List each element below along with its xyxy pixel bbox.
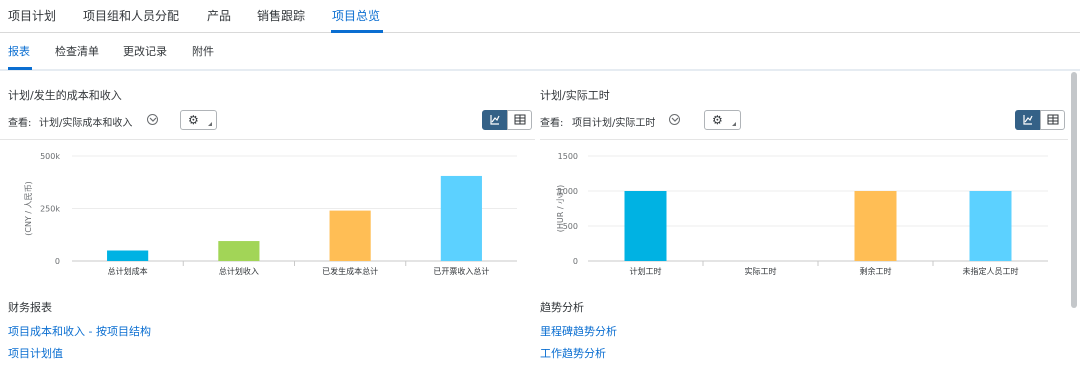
chart-settings-button[interactable]: ⚙ xyxy=(180,110,217,130)
y-tick-label: 500k xyxy=(40,152,60,161)
y-tick-label: 0 xyxy=(55,257,60,266)
tab-project-plan[interactable]: 项目计划 xyxy=(8,7,56,24)
x-category-label: 实际工时 xyxy=(745,266,777,276)
x-category-label: 计划工时 xyxy=(630,266,662,276)
cost-revenue-chart: (CNY / 人民币) 0 250k 500k 总计划成本 总计划收入 已发生成本总计 已开票… xyxy=(24,152,517,276)
dropdown-corner-icon xyxy=(732,122,736,126)
tab-project-overview[interactable]: 项目总览 xyxy=(332,7,380,24)
view-toggle xyxy=(482,110,532,130)
table-view-button[interactable] xyxy=(507,110,532,130)
subtab-attachments[interactable]: 附件 xyxy=(192,43,214,59)
table-view-icon xyxy=(1047,114,1059,125)
chevron-down-icon[interactable] xyxy=(669,114,680,125)
cost-revenue-panel-title: 计划/发生的成本和收入 xyxy=(8,89,122,102)
trend-analysis-title: 趋势分析 xyxy=(540,301,584,314)
hours-chart: (HUR / 小时)050010001500计划工时 实际工时 剩余工时 未指定人员工… xyxy=(555,152,1048,276)
report-link-work-trend[interactable]: 工作趋势分析 xyxy=(540,345,606,361)
panel-divider xyxy=(540,139,1068,140)
tab-team-staffing[interactable]: 项目组和人员分配 xyxy=(83,7,179,24)
panel-divider xyxy=(0,139,535,140)
x-category-label: 未指定人员工时 xyxy=(963,266,1019,276)
chevron-down-icon[interactable] xyxy=(147,114,158,125)
finance-reports-title: 财务报表 xyxy=(8,301,52,314)
view-label: 查看: xyxy=(8,118,32,129)
vertical-scrollbar[interactable] xyxy=(1071,72,1077,308)
active-subtab-indicator xyxy=(8,67,32,70)
dropdown-corner-icon xyxy=(208,122,212,126)
view-select-value[interactable]: 计划/实际成本和收入 xyxy=(39,114,132,129)
view-toggle xyxy=(1015,110,1065,130)
chart-settings-button[interactable]: ⚙ xyxy=(704,110,741,130)
tab-sales-tracking[interactable]: 销售跟踪 xyxy=(257,7,305,24)
subtab-reports[interactable]: 报表 xyxy=(8,43,30,59)
table-view-button[interactable] xyxy=(1040,110,1065,130)
chart-view-icon xyxy=(490,115,500,125)
x-category-label: 已开票收入总计 xyxy=(433,266,489,276)
bar xyxy=(969,191,1012,261)
y-tick-label: 1000 xyxy=(558,187,578,196)
y-tick-label: 250k xyxy=(40,205,60,214)
x-category-label: 剩余工时 xyxy=(860,266,892,276)
y-tick-label: 0 xyxy=(573,257,578,266)
y-tick-label: 1500 xyxy=(558,152,578,161)
top-tab-bar: 项目计划 项目组和人员分配 产品 销售跟踪 项目总览 xyxy=(0,0,1080,33)
y-axis-label: (CNY / 人民币) xyxy=(24,181,33,235)
subtab-change-log[interactable]: 更改记录 xyxy=(123,43,167,59)
chart-view-button[interactable] xyxy=(482,110,507,130)
chart-view-button[interactable] xyxy=(1015,110,1040,130)
gear-icon: ⚙ xyxy=(188,113,199,127)
bar xyxy=(854,191,897,261)
bar xyxy=(218,241,260,261)
bar xyxy=(329,210,371,261)
sub-tab-bar: 报表 检查清单 更改记录 附件 xyxy=(0,33,1080,71)
view-select-value[interactable]: 项目计划/实际工时 xyxy=(572,114,655,129)
bar xyxy=(624,191,667,261)
report-link-milestone-trend[interactable]: 里程碑趋势分析 xyxy=(540,323,617,339)
view-label: 查看: xyxy=(540,118,564,129)
report-link-cost-revenue-structure[interactable]: 项目成本和收入 - 按项目结构 xyxy=(8,323,151,339)
chart-view-icon xyxy=(1023,115,1033,125)
x-category-label: 总计划收入 xyxy=(219,266,259,276)
y-tick-label: 500 xyxy=(563,222,578,231)
report-link-plan-values[interactable]: 项目计划值 xyxy=(8,345,63,361)
hours-panel-title: 计划/实际工时 xyxy=(540,89,610,102)
bar xyxy=(440,175,482,261)
subtab-checklist[interactable]: 检查清单 xyxy=(55,43,99,59)
gear-icon: ⚙ xyxy=(712,113,723,127)
bar xyxy=(107,250,149,261)
tab-products[interactable]: 产品 xyxy=(207,7,231,24)
x-category-label: 已发生成本总计 xyxy=(322,266,378,276)
x-category-label: 总计划成本 xyxy=(108,266,148,276)
table-view-icon xyxy=(514,114,526,125)
